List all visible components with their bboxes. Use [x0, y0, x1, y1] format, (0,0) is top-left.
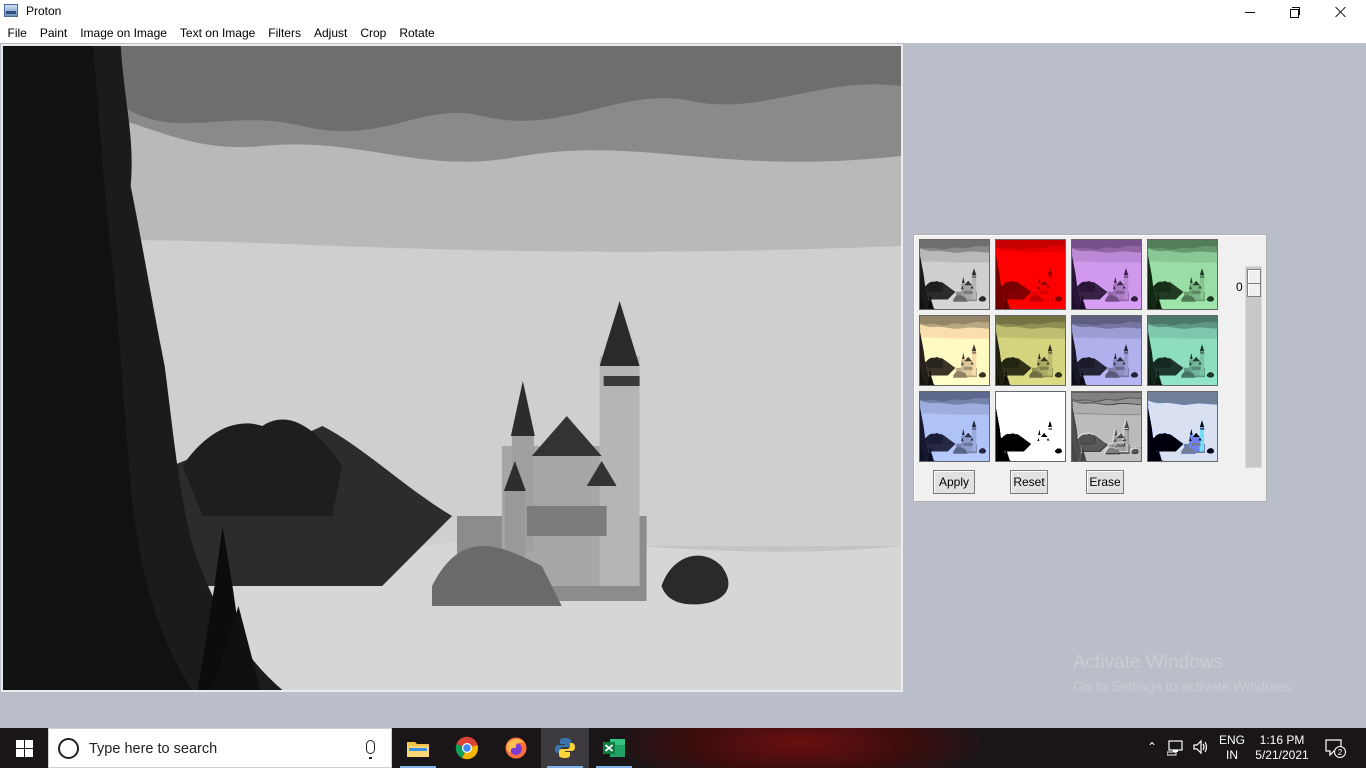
notification-count: 2 — [1338, 748, 1343, 757]
slider-value: 0 — [1236, 280, 1243, 294]
watermark-subtitle: Go to Settings to activate Windows. — [1073, 678, 1294, 694]
menu-text-on-image[interactable]: Text on Image — [173, 24, 261, 43]
menu-rotate[interactable]: Rotate — [393, 24, 441, 43]
filter-thumb-green[interactable] — [1147, 239, 1218, 310]
title-bar: Proton — [0, 0, 1366, 24]
clock-time: 1:16 PM — [1259, 733, 1305, 747]
apply-button[interactable]: Apply — [933, 470, 975, 494]
chrome-icon[interactable] — [443, 728, 491, 768]
filter-thumb-blue-violet[interactable] — [1071, 315, 1142, 386]
reset-button[interactable]: Reset — [1010, 470, 1048, 494]
intensity-slider[interactable] — [1245, 266, 1262, 468]
system-clock[interactable]: 1:16 PM 5/21/2021 — [1250, 733, 1314, 763]
filter-thumb-posterize[interactable] — [1147, 391, 1218, 462]
slider-thumb[interactable] — [1247, 269, 1261, 297]
windows-logo-icon — [15, 739, 33, 757]
menu-paint[interactable]: Paint — [33, 24, 73, 43]
clock-date: 5/21/2021 — [1255, 748, 1309, 762]
region-code: IN — [1226, 748, 1238, 762]
filter-thumb-yellow[interactable] — [995, 315, 1066, 386]
action-center-icon[interactable]: 2 — [1324, 738, 1346, 763]
minimize-icon — [1245, 11, 1255, 13]
watermark-title: Activate Windows — [1073, 652, 1223, 673]
restore-icon — [1290, 7, 1300, 18]
language-code: ENG — [1219, 733, 1246, 747]
show-hidden-icons-chevron-icon[interactable]: ⌃ — [1143, 738, 1161, 756]
menu-file[interactable]: File — [1, 24, 33, 43]
filter-thumb-grayscale[interactable] — [919, 239, 990, 310]
microphone-icon[interactable] — [366, 740, 375, 759]
filter-thumb-blur[interactable] — [919, 391, 990, 462]
input-language-indicator[interactable]: ENG IN — [1219, 733, 1245, 763]
menu-filters[interactable]: Filters — [262, 24, 308, 43]
filter-thumb-teal[interactable] — [1147, 315, 1218, 386]
filter-thumb-purple[interactable] — [1071, 239, 1142, 310]
search-placeholder: Type here to search — [89, 741, 218, 757]
filter-thumb-edge-sketch[interactable] — [995, 391, 1066, 462]
network-icon[interactable] — [1166, 738, 1185, 761]
filter-thumb-emboss[interactable] — [1071, 391, 1142, 462]
activation-watermark: Activate Windows Go to Settings to activ… — [1073, 652, 1294, 695]
close-icon — [1335, 6, 1347, 18]
taskbar-wallpaper-glow — [620, 728, 980, 768]
canvas-image — [3, 46, 901, 690]
firefox-icon[interactable] — [492, 728, 540, 768]
file-explorer-icon[interactable] — [394, 728, 442, 768]
taskbar-search[interactable]: Type here to search — [48, 728, 392, 768]
menu-image-on-image[interactable]: Image on Image — [74, 24, 174, 43]
image-canvas[interactable] — [1, 44, 903, 692]
erase-button[interactable]: Erase — [1086, 470, 1124, 494]
volume-icon[interactable] — [1192, 738, 1210, 761]
restore-button[interactable] — [1272, 0, 1318, 24]
proton-app-icon — [4, 4, 18, 17]
excel-icon[interactable] — [590, 728, 638, 768]
menu-bar: File Paint Image on Image Text on Image … — [0, 24, 1366, 43]
filter-panel: 0 Apply Reset Erase — [913, 234, 1267, 502]
filter-thumb-sepia[interactable] — [919, 315, 990, 386]
menu-adjust[interactable]: Adjust — [307, 24, 353, 43]
close-button[interactable] — [1318, 0, 1364, 24]
start-button[interactable] — [0, 728, 48, 768]
minimize-button[interactable] — [1227, 0, 1273, 24]
cortana-icon — [58, 738, 79, 759]
taskbar: Type here to search ⌃ ENG IN 1:16 PM 5/2… — [0, 728, 1366, 768]
menu-crop[interactable]: Crop — [354, 24, 393, 43]
python-icon[interactable] — [541, 728, 589, 768]
window-title: Proton — [26, 4, 62, 18]
filter-thumb-red[interactable] — [995, 239, 1066, 310]
